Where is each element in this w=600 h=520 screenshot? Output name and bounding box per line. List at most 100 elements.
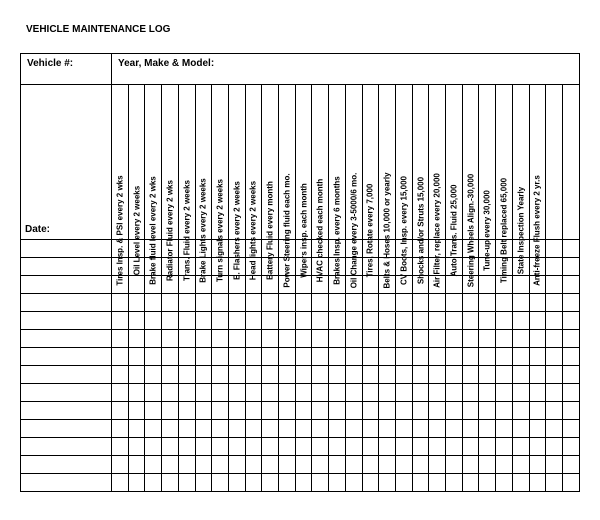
log-cell[interactable] xyxy=(312,384,329,402)
log-cell[interactable] xyxy=(279,420,296,438)
log-cell[interactable] xyxy=(562,276,579,294)
log-cell[interactable] xyxy=(279,294,296,312)
log-cell[interactable] xyxy=(412,456,429,474)
log-cell[interactable] xyxy=(112,420,129,438)
log-cell[interactable] xyxy=(112,366,129,384)
log-cell[interactable] xyxy=(562,456,579,474)
log-cell[interactable] xyxy=(412,330,429,348)
log-cell[interactable] xyxy=(529,402,546,420)
log-cell[interactable] xyxy=(295,438,312,456)
log-cell[interactable] xyxy=(512,438,529,456)
log-cell[interactable] xyxy=(279,384,296,402)
log-cell[interactable] xyxy=(228,348,245,366)
date-cell[interactable] xyxy=(21,330,112,348)
log-cell[interactable] xyxy=(429,366,446,384)
log-cell[interactable] xyxy=(362,276,379,294)
log-cell[interactable] xyxy=(329,402,346,420)
log-cell[interactable] xyxy=(362,420,379,438)
log-cell[interactable] xyxy=(145,294,162,312)
log-cell[interactable] xyxy=(262,384,279,402)
log-cell[interactable] xyxy=(345,456,362,474)
log-cell[interactable] xyxy=(295,330,312,348)
log-cell[interactable] xyxy=(529,366,546,384)
log-cell[interactable] xyxy=(395,420,412,438)
log-cell[interactable] xyxy=(178,330,195,348)
log-cell[interactable] xyxy=(245,384,262,402)
log-cell[interactable] xyxy=(245,294,262,312)
log-cell[interactable] xyxy=(379,456,396,474)
log-cell[interactable] xyxy=(145,330,162,348)
log-cell[interactable] xyxy=(178,312,195,330)
log-cell[interactable] xyxy=(395,456,412,474)
log-cell[interactable] xyxy=(429,456,446,474)
log-cell[interactable] xyxy=(546,276,563,294)
log-cell[interactable] xyxy=(262,366,279,384)
log-cell[interactable] xyxy=(379,438,396,456)
log-cell[interactable] xyxy=(262,420,279,438)
log-cell[interactable] xyxy=(162,402,179,420)
log-cell[interactable] xyxy=(345,366,362,384)
log-cell[interactable] xyxy=(345,312,362,330)
log-cell[interactable] xyxy=(395,294,412,312)
log-cell[interactable] xyxy=(329,312,346,330)
log-cell[interactable] xyxy=(329,330,346,348)
log-cell[interactable] xyxy=(145,348,162,366)
log-cell[interactable] xyxy=(512,420,529,438)
log-cell[interactable] xyxy=(379,402,396,420)
log-cell[interactable] xyxy=(228,438,245,456)
log-cell[interactable] xyxy=(162,420,179,438)
log-cell[interactable] xyxy=(312,294,329,312)
date-cell[interactable] xyxy=(21,438,112,456)
log-cell[interactable] xyxy=(345,402,362,420)
log-cell[interactable] xyxy=(379,330,396,348)
log-cell[interactable] xyxy=(512,294,529,312)
log-cell[interactable] xyxy=(546,258,563,276)
log-cell[interactable] xyxy=(412,438,429,456)
log-cell[interactable] xyxy=(446,402,463,420)
log-cell[interactable] xyxy=(496,402,513,420)
log-cell[interactable] xyxy=(345,384,362,402)
log-cell[interactable] xyxy=(479,456,496,474)
log-cell[interactable] xyxy=(446,312,463,330)
log-cell[interactable] xyxy=(546,420,563,438)
log-cell[interactable] xyxy=(429,348,446,366)
date-cell[interactable] xyxy=(21,366,112,384)
log-cell[interactable] xyxy=(228,474,245,492)
log-cell[interactable] xyxy=(529,312,546,330)
log-cell[interactable] xyxy=(178,384,195,402)
date-cell[interactable] xyxy=(21,402,112,420)
log-cell[interactable] xyxy=(546,240,563,258)
log-cell[interactable] xyxy=(295,366,312,384)
log-cell[interactable] xyxy=(295,384,312,402)
log-cell[interactable] xyxy=(245,438,262,456)
log-cell[interactable] xyxy=(496,474,513,492)
log-cell[interactable] xyxy=(128,294,145,312)
log-cell[interactable] xyxy=(128,384,145,402)
log-cell[interactable] xyxy=(379,312,396,330)
log-cell[interactable] xyxy=(128,276,145,294)
log-cell[interactable] xyxy=(462,348,479,366)
log-cell[interactable] xyxy=(429,402,446,420)
log-cell[interactable] xyxy=(312,474,329,492)
log-cell[interactable] xyxy=(345,348,362,366)
log-cell[interactable] xyxy=(228,384,245,402)
date-cell[interactable] xyxy=(21,420,112,438)
log-cell[interactable] xyxy=(429,420,446,438)
log-cell[interactable] xyxy=(145,420,162,438)
log-cell[interactable] xyxy=(395,402,412,420)
log-cell[interactable] xyxy=(362,348,379,366)
log-cell[interactable] xyxy=(128,474,145,492)
log-cell[interactable] xyxy=(496,456,513,474)
log-cell[interactable] xyxy=(512,384,529,402)
log-cell[interactable] xyxy=(295,474,312,492)
log-cell[interactable] xyxy=(412,312,429,330)
log-cell[interactable] xyxy=(178,348,195,366)
log-cell[interactable] xyxy=(162,348,179,366)
log-cell[interactable] xyxy=(162,330,179,348)
log-cell[interactable] xyxy=(496,312,513,330)
log-cell[interactable] xyxy=(128,312,145,330)
log-cell[interactable] xyxy=(512,474,529,492)
log-cell[interactable] xyxy=(379,366,396,384)
log-cell[interactable] xyxy=(429,474,446,492)
log-cell[interactable] xyxy=(178,456,195,474)
